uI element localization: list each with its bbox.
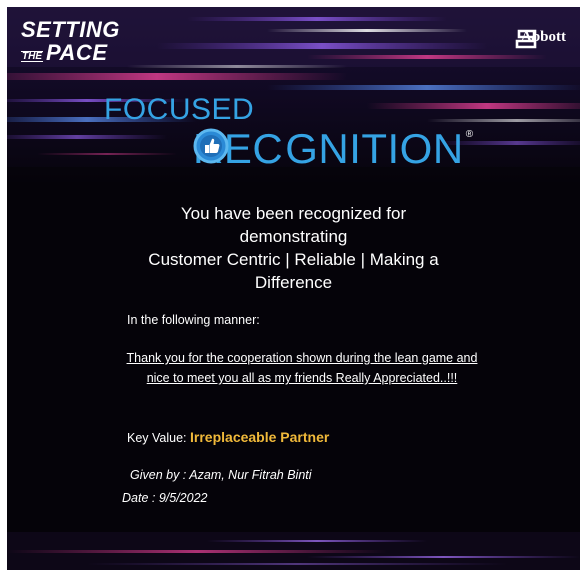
campaign-line-1: SETTING — [21, 17, 120, 42]
headline-line: You have been recognized for — [180, 204, 407, 223]
recognition-card: SETTING THE PACE Abbott FOCUSED REC GNIT… — [7, 7, 580, 570]
headline-line: Customer Centric | Reliable | Making a — [148, 250, 439, 269]
key-value-row: Key Value: Irreplaceable Partner — [127, 429, 329, 445]
headline-line: demonstrating — [239, 227, 348, 246]
recognition-date: Date : 9/5/2022 — [122, 491, 208, 505]
abbott-logo: Abbott — [514, 29, 566, 49]
key-value-label: Key Value: — [127, 431, 187, 445]
program-title-line-2: REC GNITION ® — [193, 128, 474, 170]
given-by: Given by : Azam, Nur Fitrah Binti — [130, 468, 312, 482]
campaign-the: THE — [21, 51, 43, 62]
program-title-line-1: FOCUSED — [104, 93, 255, 126]
program-title-part-2: GNITION — [285, 125, 464, 172]
header-banner: SETTING THE PACE Abbott FOCUSED REC GNIT… — [7, 7, 580, 182]
key-value: Irreplaceable Partner — [190, 429, 330, 445]
campaign-line-2: PACE — [46, 40, 108, 65]
registered-mark: ® — [465, 129, 474, 140]
footer-streaks-decoration — [7, 532, 580, 570]
setting-the-pace-logo: SETTING THE PACE — [21, 19, 120, 64]
headline-line: Difference — [254, 273, 333, 292]
recognition-message: Thank you for the cooperation shown duri… — [126, 351, 478, 385]
recognition-headline: You have been recognized for demonstrati… — [7, 202, 580, 294]
manner-label: In the following manner: — [127, 313, 260, 327]
